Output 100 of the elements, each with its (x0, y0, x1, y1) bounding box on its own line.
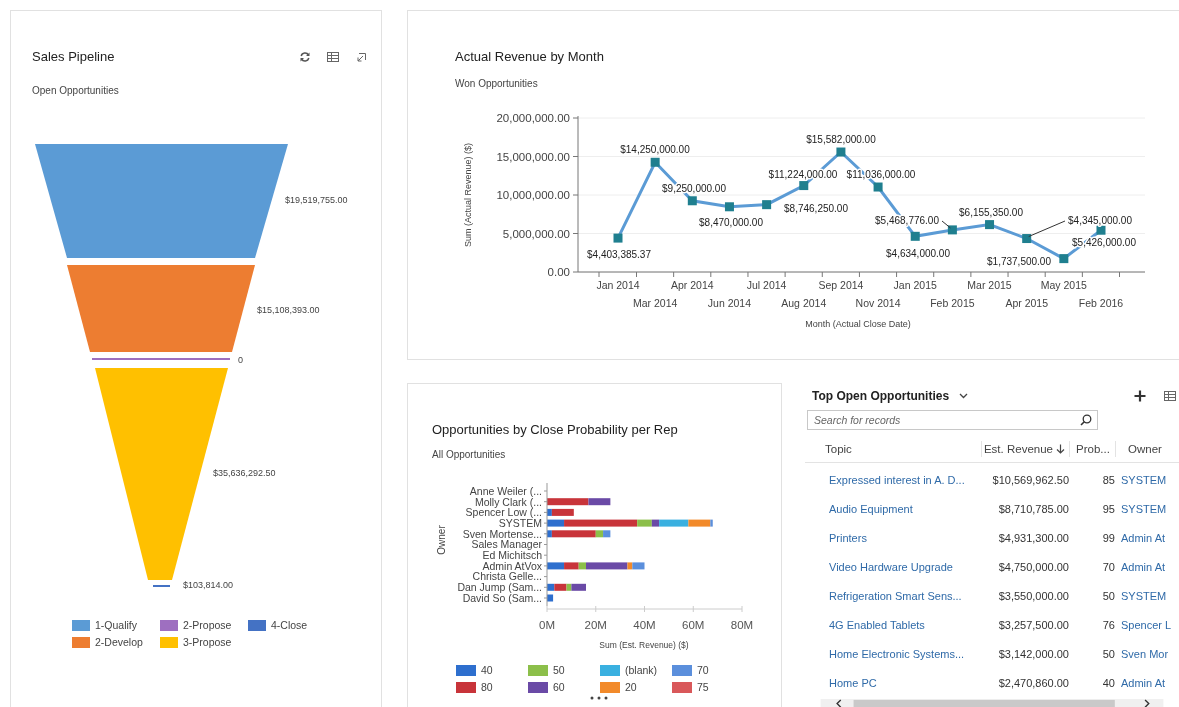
owner-link[interactable]: SYSTEM (1115, 590, 1179, 603)
topic-link[interactable]: Refrigeration Smart Sens... (805, 590, 981, 603)
legend-label: 50 (553, 665, 565, 676)
owner-link[interactable]: Admin At (1115, 561, 1179, 574)
owner-label: Admin AtVox (482, 559, 542, 572)
data-label: $4,634,000.00 (886, 248, 950, 259)
y-axis-title: Sum (Actual Revenue) ($) (463, 143, 473, 247)
owner-link[interactable]: SYSTEM (1115, 474, 1179, 487)
owner-label: Molly Clark (... (474, 495, 542, 508)
owner-link[interactable]: SYSTEM (1115, 503, 1179, 516)
x-tick-label: Aug 2014 (781, 297, 827, 309)
table-cell-text: 50 (1101, 590, 1115, 603)
topic-link[interactable]: Printers (805, 532, 981, 545)
owner-link[interactable]: Admin At (1115, 677, 1179, 690)
data-label: $14,250,000.00 (620, 144, 690, 155)
owner-label: Christa Gelle... (472, 570, 542, 583)
panel-subtitle: All Opportunities (432, 448, 507, 462)
column-header[interactable]: Est. Revenue (981, 441, 1069, 458)
owner-label: Dan Jump (Sam... (457, 581, 542, 594)
x-tick-label: 20M (584, 619, 607, 631)
x-tick-label: Jan 2015 (893, 279, 937, 291)
legend-label: 3-Propose (183, 637, 232, 648)
table-cell-text: $10,569,962.50 (991, 474, 1069, 487)
y-axis-title: Owner (436, 525, 447, 555)
data-label: $15,582,000.00 (806, 134, 876, 145)
column-header[interactable]: Topic (805, 441, 981, 458)
owner-label: Spencer Low (... (465, 506, 542, 519)
y-tick-label: 15,000,000.00 (496, 150, 570, 163)
legend-label: 20 (625, 682, 637, 693)
panel-title: Actual Revenue by Month (455, 49, 605, 65)
table-cell-text: 40 (1101, 677, 1115, 690)
owner-link[interactable]: Spencer L (1115, 619, 1179, 632)
table-cell-text: $3,257,500.00 (997, 619, 1069, 632)
table-cell-text: $3,550,000.00 (997, 590, 1069, 603)
topic-link[interactable]: Home Electronic Systems... (805, 648, 981, 661)
table-cell-text: 70 (1101, 561, 1115, 574)
legend-label: 1-Qualify (95, 620, 137, 631)
x-tick-label: Feb 2015 (930, 297, 975, 309)
x-tick-label: Feb 2016 (1078, 297, 1124, 309)
legend-label: 4-Close (271, 620, 308, 631)
legend-label: 70 (697, 665, 709, 676)
x-tick-label: Jul 2014 (746, 279, 787, 291)
legend-label: 80 (481, 682, 493, 693)
x-tick-label: 40M (633, 619, 656, 631)
legend-label: (blank) (625, 665, 658, 676)
table-cell-text: $4,931,300.00 (997, 532, 1069, 545)
table-cell-text: $3,142,000.00 (997, 648, 1069, 661)
data-label: $8,746,250.00 (784, 203, 848, 214)
x-tick-label: Mar 2014 (632, 297, 678, 309)
table-cell-text: 85 (1101, 474, 1115, 487)
topic-link[interactable]: Video Hardware Upgrade (805, 561, 981, 574)
topic-link[interactable]: 4G Enabled Tablets (805, 619, 981, 632)
table-cell-text: 76 (1101, 619, 1115, 632)
panel-title: Sales Pipeline (32, 49, 115, 65)
x-tick-label: Apr 2014 (671, 279, 714, 291)
table-cell-text: $2,470,860.00 (997, 677, 1069, 690)
topic-link[interactable]: Home PC (805, 677, 981, 690)
list-title: Top Open Opportunities (812, 388, 950, 404)
x-tick-label: Sep 2014 (818, 279, 864, 291)
table-cell-text: $4,750,000.00 (997, 561, 1069, 574)
table-cell-text: 95 (1101, 503, 1115, 516)
x-tick-label: 0M (539, 619, 555, 631)
legend-label: 40 (481, 665, 493, 676)
owner-label: Sven Mortense... (462, 527, 542, 540)
column-header[interactable]: Prob... (1069, 441, 1115, 458)
funnel-value-label: $103,814.00 (183, 580, 234, 590)
data-label: $4,345,000.00 (1068, 215, 1132, 226)
owner-label: Ed Michitsch (482, 549, 542, 561)
owner-link[interactable]: Admin At (1115, 532, 1179, 545)
data-label: $8,470,000.00 (699, 217, 763, 228)
table-cell-text: 99 (1101, 532, 1115, 545)
owner-label: Sales Manager (471, 538, 542, 551)
topic-link[interactable]: Audio Equipment (805, 503, 981, 516)
funnel-value-label: $15,108,393.00 (257, 305, 320, 315)
x-tick-label: Apr 2015 (1005, 297, 1048, 309)
panel-subtitle: Won Opportunities (455, 77, 539, 91)
y-tick-label: 0.00 (547, 266, 570, 278)
x-tick-label: Mar 2015 (967, 279, 1012, 291)
data-label: $4,403,385.37 (587, 249, 651, 260)
funnel-value-label: 0 (238, 355, 243, 365)
x-tick-label: Jun 2014 (707, 297, 752, 309)
funnel-value-label: $19,519,755.00 (285, 195, 348, 205)
panel-subtitle: Open Opportunities (32, 84, 120, 98)
owner-link[interactable]: Sven Mor (1115, 648, 1179, 661)
legend-label: 60 (553, 682, 565, 693)
x-tick-label: Nov 2014 (855, 297, 901, 309)
data-label: $1,737,500.00 (987, 256, 1051, 267)
funnel-value-label: $35,636,292.50 (213, 468, 276, 478)
x-axis-title: Sum (Est. Revenue) ($) (599, 640, 689, 650)
search-field[interactable]: Search for records (807, 410, 1098, 430)
x-axis-title: Month (Actual Close Date) (805, 319, 911, 329)
owner-label: Anne Weiler (... (469, 484, 542, 497)
data-label: $6,155,350.00 (959, 207, 1023, 218)
x-tick-label: Jan 2014 (596, 279, 640, 291)
column-header[interactable]: Owner (1115, 441, 1179, 458)
y-tick-label: 10,000,000.00 (496, 189, 570, 201)
topic-link[interactable]: Expressed interest in A. D... (805, 474, 981, 487)
x-tick-label: 80M (730, 619, 754, 631)
table-cell-text: 50 (1101, 648, 1115, 661)
x-tick-label: 60M (682, 619, 705, 631)
